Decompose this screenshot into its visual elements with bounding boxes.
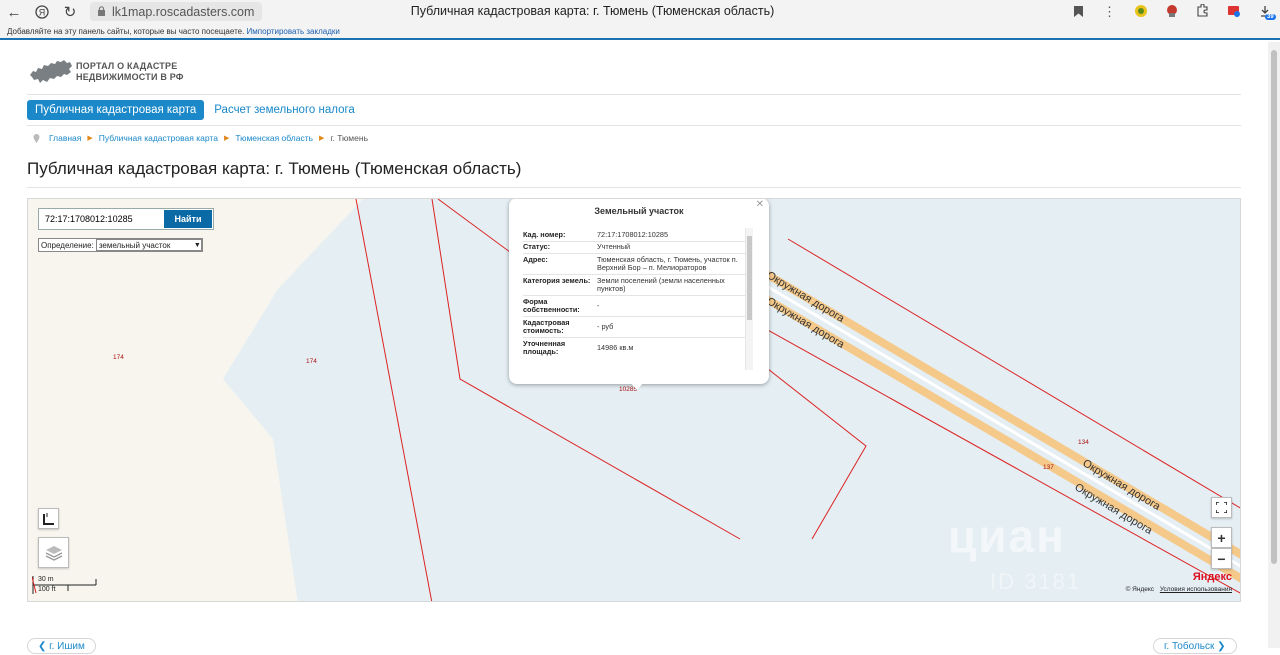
nav-tabs: Публичная кадастровая карта Расчет земел… [27, 100, 355, 120]
location-pin-icon [33, 133, 40, 143]
breadcrumb-sep-icon: ▶ [87, 135, 93, 142]
detail-row: Статус: Учтенный [523, 242, 745, 254]
detail-row: Кадастровая стоимость: - руб [523, 317, 745, 338]
layers-button[interactable] [38, 537, 69, 568]
downloads-badge: 39 [1265, 13, 1276, 20]
page: ПОРТАЛ О КАДАСТРЕ НЕДВИЖИМОСТИ В РФ Публ… [0, 42, 1268, 654]
detail-value: Учтенный [597, 242, 631, 251]
tab-title: Публичная кадастровая карта: г. Тюмень (… [410, 4, 775, 18]
zoom-in-button[interactable]: + [1211, 527, 1232, 548]
cian-watermark-id: ID 3181 [990, 569, 1082, 594]
definition-row: Определение: земельный участок ▼ [38, 238, 203, 252]
popup-tail [631, 383, 643, 390]
detail-value: 72:17:1708012:10285 [597, 229, 669, 239]
next-city-link[interactable]: г. Тобольск ❯ [1153, 638, 1237, 654]
detail-value: 14986 кв.м [597, 342, 634, 352]
breadcrumb-current: г. Тюмень [330, 133, 368, 143]
chevron-right-icon: ❯ [1214, 641, 1226, 652]
label-174-a: 174 [113, 354, 124, 361]
title-divider [27, 187, 1241, 188]
detail-row: Форма собственности: - [523, 296, 745, 317]
detail-value: Земли поселений (земли населенных пункто… [597, 275, 725, 293]
detail-value: - [597, 300, 600, 310]
detail-row: Адрес: Тюменская область, г. Тюмень, учас… [523, 254, 745, 275]
extensions-puzzle-icon[interactable] [1187, 3, 1218, 20]
bookmarks-bar: Добавляйте на эту панель сайты, которые … [0, 24, 1280, 40]
extension-1-icon[interactable] [1125, 4, 1156, 21]
detail-key: Категория земель: [523, 275, 591, 285]
breadcrumb-home[interactable]: Главная [49, 133, 81, 143]
cian-watermark: циан [948, 510, 1066, 562]
page-scrollbar[interactable] [1268, 42, 1280, 648]
fullscreen-icon [1216, 502, 1227, 513]
popup-scrollbar[interactable] [745, 228, 753, 370]
popup-scroll-thumb[interactable] [747, 236, 752, 320]
ruler-icon [42, 513, 54, 525]
prev-city-label: г. Ишим [49, 641, 85, 652]
detail-row: Кад. номер: 72:17:1708012:10285 [523, 229, 745, 242]
definition-value: земельный участок [98, 240, 171, 250]
label-134: 134 [1078, 439, 1089, 446]
detail-row: Категория земель: Земли поселений (земли … [523, 275, 745, 296]
definition-label: Определение: [41, 240, 94, 250]
site-logo[interactable]: ПОРТАЛ О КАДАСТРЕ НЕДВИЖИМОСТИ В РФ [29, 58, 184, 86]
tab-cadastral-map[interactable]: Публичная кадастровая карта [27, 100, 205, 120]
detail-row: Уточненная площадь: 14986 кв.м [523, 338, 745, 358]
breadcrumb-sep-icon: ▶ [223, 135, 230, 142]
bookmark-icon[interactable] [1063, 5, 1094, 20]
scale-imperial: 100 ft [38, 586, 56, 593]
detail-key: Статус: [523, 242, 551, 251]
detail-value: Тюменская область, г. Тюмень, участок п.… [597, 254, 738, 272]
cadastral-number-input[interactable] [40, 210, 164, 228]
popup-title: Земельный участок [594, 206, 684, 216]
layers-icon [45, 545, 62, 561]
russia-map-icon [30, 60, 72, 83]
yandex-logo[interactable]: Яндекс [1193, 571, 1232, 583]
logo-line-2: НЕДВИЖИМОСТИ В РФ [76, 72, 184, 82]
parcel-info-popup: ✕ Земельный участок Кад. номер: 72:17:170… [509, 199, 769, 390]
scale-metric: 30 m [38, 576, 54, 583]
header-divider [27, 94, 1241, 95]
menu-icon[interactable]: ⋮ [1094, 4, 1125, 20]
extension-3-icon[interactable] [1218, 4, 1249, 21]
extension-2-icon[interactable] [1156, 4, 1187, 21]
bookmarks-hint: Добавляйте на эту панель сайты, которые … [7, 27, 245, 36]
detail-key: Форма собственности: [523, 296, 580, 314]
definition-select[interactable]: земельный участок ▼ [95, 239, 202, 251]
chevron-left-icon: ❮ [38, 641, 50, 652]
breadcrumb-cadastral-map[interactable]: Публичная кадастровая карта [99, 133, 218, 143]
page-title: Публичная кадастровая карта: г. Тюмень (… [27, 159, 522, 178]
search-button[interactable]: Найти [164, 210, 212, 228]
copyright-text: © Яндекс [1125, 586, 1155, 593]
breadcrumb-sep-icon: ▶ [319, 135, 325, 142]
page-scroll-thumb[interactable] [1271, 50, 1277, 564]
breadcrumb-region[interactable]: Тюменская область [235, 133, 313, 143]
detail-key: Уточненная площадь: [523, 338, 566, 356]
parcel-details: Кад. номер: 72:17:1708012:10285 Статус: Уч… [523, 229, 745, 358]
tabs-divider [27, 125, 1241, 126]
detail-key: Адрес: [523, 254, 548, 264]
chevron-down-icon: ▼ [193, 241, 201, 249]
prev-city-link[interactable]: ❮ г. Ишим [27, 638, 96, 654]
detail-value: - руб [597, 321, 614, 331]
detail-key: Кадастровая стоимость: [523, 317, 570, 335]
map-copyright: © Яндекс Условия использования [1126, 586, 1232, 593]
logo-line-1: ПОРТАЛ О КАДАСТРЕ [76, 61, 178, 71]
ruler-button[interactable] [38, 508, 59, 529]
import-bookmarks-link[interactable]: Импортировать закладки [247, 27, 340, 36]
browser-toolbar: ← Я ↻ lk1map.roscadasters.com Публичная … [0, 0, 1280, 24]
label-174-b: 174 [306, 358, 317, 365]
cadastral-map[interactable]: 174 174 10285 134 137 Окружная дорога Ок… [27, 198, 1241, 602]
breadcrumb: Главная ▶ Публичная кадастровая карта ▶ … [33, 133, 368, 143]
label-137: 137 [1043, 464, 1054, 471]
fullscreen-button[interactable] [1211, 497, 1232, 518]
next-city-label: г. Тобольск [1164, 641, 1215, 652]
detail-key: Кад. номер: [523, 229, 566, 239]
terms-link[interactable]: Условия использования [1160, 586, 1232, 593]
downloads-icon[interactable]: 39 [1249, 5, 1280, 20]
zoom-out-button[interactable]: − [1211, 548, 1232, 569]
tab-land-tax[interactable]: Расчет земельного налога [214, 104, 355, 116]
cadastral-search: Найти [38, 208, 214, 230]
